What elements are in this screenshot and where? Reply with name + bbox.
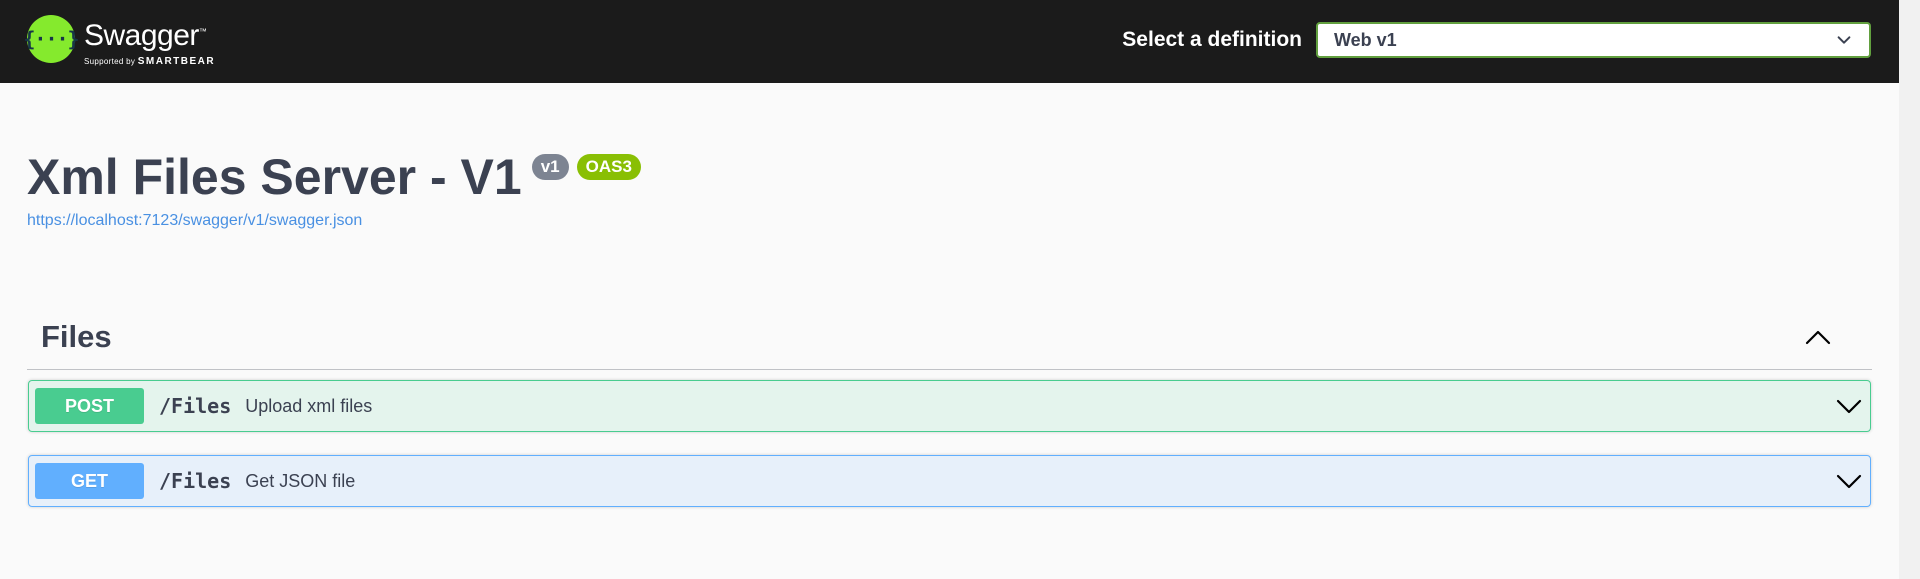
logo-trademark: ™ bbox=[198, 27, 207, 36]
version-badge: v1 bbox=[531, 154, 569, 180]
definition-label: Select a definition bbox=[1122, 28, 1302, 51]
operation-get-files[interactable]: GET /Files Get JSON file bbox=[28, 455, 1871, 507]
definition-selector: Select a definition Web v1 bbox=[1122, 20, 1871, 60]
page-title: Xml Files Server - V1 bbox=[27, 149, 522, 205]
swagger-logo[interactable]: {···} Swagger™ Supported by SMARTBEAR bbox=[23, 15, 227, 71]
logo-text: Swagger™ Supported by SMARTBEAR bbox=[84, 15, 215, 67]
operation-path: /Files bbox=[159, 469, 232, 493]
chevron-down-icon[interactable] bbox=[1836, 471, 1862, 491]
top-bar: {···} Swagger™ Supported by SMARTBEAR Se… bbox=[0, 0, 1899, 83]
logo-company-text: SMARTBEAR bbox=[137, 56, 216, 67]
operation-post-files[interactable]: POST /Files Upload xml files bbox=[28, 380, 1871, 432]
chevron-up-icon[interactable] bbox=[1804, 326, 1832, 348]
logo-name-text: Swagger bbox=[84, 19, 199, 52]
spec-url-link[interactable]: https://localhost:7123/swagger/v1/swagge… bbox=[27, 212, 362, 230]
chevron-down-icon bbox=[1837, 36, 1851, 44]
chevron-down-icon[interactable] bbox=[1836, 396, 1862, 416]
method-badge-get: GET bbox=[35, 463, 144, 499]
vertical-scrollbar[interactable] bbox=[1899, 0, 1920, 579]
method-badge-post: POST bbox=[35, 388, 144, 424]
operation-summary: Upload xml files bbox=[245, 395, 373, 416]
operation-summary: Get JSON file bbox=[245, 470, 356, 491]
logo-subtitle: Supported by SMARTBEAR bbox=[84, 56, 215, 67]
swagger-page: {···} Swagger™ Supported by SMARTBEAR Se… bbox=[0, 0, 1920, 579]
swagger-logo-icon: {···} bbox=[23, 15, 80, 63]
operation-path: /Files bbox=[159, 394, 232, 418]
definition-selected-value: Web v1 bbox=[1334, 29, 1397, 50]
logo-supported-text: Supported by bbox=[84, 57, 136, 66]
definition-select[interactable]: Web v1 bbox=[1316, 22, 1871, 58]
oas-badge: OAS3 bbox=[576, 154, 641, 180]
tag-title: Files bbox=[41, 319, 112, 354]
tag-section-files[interactable]: Files bbox=[27, 310, 1872, 370]
api-title-row: Xml Files Server - V1 v1 OAS3 bbox=[27, 148, 641, 206]
logo-name: Swagger™ bbox=[84, 15, 215, 53]
